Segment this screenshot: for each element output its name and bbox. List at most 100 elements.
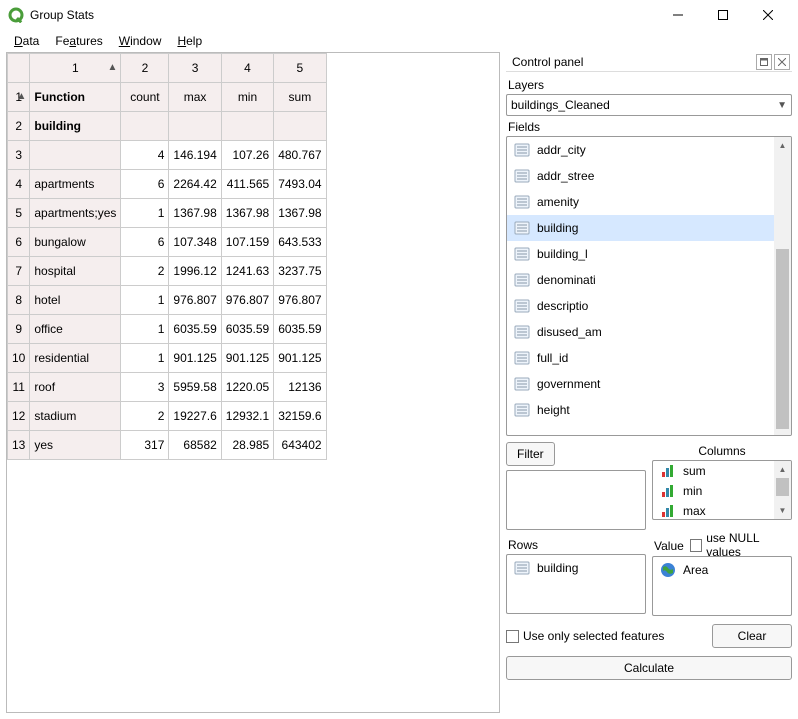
- row-header[interactable]: 1▲: [8, 83, 30, 112]
- list-item[interactable]: disused_am: [507, 319, 774, 345]
- col-header-4[interactable]: 4: [221, 54, 273, 83]
- scrollbar[interactable]: ▲ ▼: [774, 461, 791, 519]
- layers-combo[interactable]: buildings_Cleaned ▼: [506, 94, 792, 116]
- list-item[interactable]: full_id: [507, 345, 774, 371]
- row-header[interactable]: 2: [8, 112, 30, 141]
- col-header-1[interactable]: 1▲: [30, 54, 121, 83]
- category-cell: apartments;yes: [30, 199, 121, 228]
- cell: 901.125: [169, 344, 221, 373]
- minimize-button[interactable]: [655, 0, 700, 30]
- cell: 3: [121, 373, 169, 402]
- list-item[interactable]: max: [653, 501, 774, 519]
- cell: 5959.58: [169, 373, 221, 402]
- scroll-up-icon[interactable]: ▲: [774, 461, 791, 478]
- stat-header-max: max: [169, 83, 221, 112]
- field-icon: [513, 193, 531, 211]
- col-header-5[interactable]: 5: [274, 54, 326, 83]
- category-cell: roof: [30, 373, 121, 402]
- use-null-label: use NULL values: [706, 531, 792, 559]
- cell: 976.807: [274, 286, 326, 315]
- row-header[interactable]: 3: [8, 141, 30, 170]
- list-item[interactable]: sum: [653, 461, 774, 481]
- results-table[interactable]: 1▲ 2 3 4 5 1▲ Function count max min sum…: [7, 53, 327, 460]
- list-item[interactable]: government: [507, 371, 774, 397]
- use-only-selected-label: Use only selected features: [523, 629, 664, 643]
- row-header[interactable]: 8: [8, 286, 30, 315]
- maximize-button[interactable]: [700, 0, 745, 30]
- list-item-label: government: [537, 377, 600, 391]
- panel-title: Control panel: [512, 55, 754, 69]
- list-item[interactable]: amenity: [507, 189, 774, 215]
- scrollbar[interactable]: ▲ ▼: [774, 137, 791, 435]
- menu-features[interactable]: Features: [47, 32, 110, 50]
- scroll-thumb[interactable]: [776, 249, 789, 429]
- scroll-thumb[interactable]: [776, 478, 789, 496]
- list-item[interactable]: height: [507, 397, 774, 423]
- cell: 1367.98: [221, 199, 273, 228]
- rows-label: Rows: [506, 538, 646, 552]
- clear-button[interactable]: Clear: [712, 624, 792, 648]
- fields-list[interactable]: addr_cityaddr_streeamenitybuilding buildi…: [506, 136, 792, 436]
- scroll-up-icon[interactable]: ▲: [774, 137, 791, 154]
- cell: 317: [121, 431, 169, 460]
- row-header[interactable]: 11: [8, 373, 30, 402]
- list-item[interactable]: min: [653, 481, 774, 501]
- cell: 6035.59: [169, 315, 221, 344]
- list-item[interactable]: Area: [653, 557, 774, 583]
- columns-list[interactable]: summin max ▲ ▼: [652, 460, 792, 520]
- cell: 19227.6: [169, 402, 221, 431]
- filter-list[interactable]: [506, 470, 646, 530]
- use-only-selected-checkbox[interactable]: Use only selected features: [506, 629, 706, 643]
- row-header[interactable]: 4: [8, 170, 30, 199]
- filter-button[interactable]: Filter: [506, 442, 555, 466]
- value-list[interactable]: Area: [652, 556, 792, 616]
- menu-data[interactable]: Data: [6, 32, 47, 50]
- list-item-label: building: [537, 561, 578, 575]
- field-icon: [513, 297, 531, 315]
- field-icon: [513, 271, 531, 289]
- close-button[interactable]: [745, 0, 790, 30]
- list-item[interactable]: denominati: [507, 267, 774, 293]
- list-item[interactable]: descriptio: [507, 293, 774, 319]
- sort-asc-icon: ▲: [16, 91, 26, 102]
- cell: 1: [121, 315, 169, 344]
- list-item-label: max: [683, 504, 706, 518]
- cell: 4: [121, 141, 169, 170]
- list-item[interactable]: building: [507, 215, 774, 241]
- row-header[interactable]: 13: [8, 431, 30, 460]
- menu-window[interactable]: Window: [111, 32, 170, 50]
- field-icon: [513, 401, 531, 419]
- row-header[interactable]: 12: [8, 402, 30, 431]
- category-cell: hospital: [30, 257, 121, 286]
- rows-list[interactable]: building: [506, 554, 646, 614]
- list-item[interactable]: addr_city: [507, 137, 774, 163]
- calculate-button[interactable]: Calculate: [506, 656, 792, 680]
- col-header-3[interactable]: 3: [169, 54, 221, 83]
- cell: 643.533: [274, 228, 326, 257]
- field-icon: [513, 141, 531, 159]
- list-item-label: denominati: [537, 273, 596, 287]
- use-null-checkbox[interactable]: use NULL values: [690, 531, 792, 559]
- row-header[interactable]: 5: [8, 199, 30, 228]
- list-item[interactable]: addr_stree: [507, 163, 774, 189]
- list-item[interactable]: building: [507, 555, 628, 581]
- cell: 7493.04: [274, 170, 326, 199]
- row-header[interactable]: 9: [8, 315, 30, 344]
- cell: 6035.59: [274, 315, 326, 344]
- cell: 1: [121, 344, 169, 373]
- panel-dock-button[interactable]: [756, 54, 772, 70]
- list-item-label: building_l: [537, 247, 588, 261]
- row-header[interactable]: 10: [8, 344, 30, 373]
- list-item[interactable]: building_l: [507, 241, 774, 267]
- menu-help[interactable]: Help: [169, 32, 210, 50]
- row-header[interactable]: 6: [8, 228, 30, 257]
- title-bar: Group Stats: [0, 0, 798, 30]
- cell: 1: [121, 286, 169, 315]
- cell: 901.125: [274, 344, 326, 373]
- scroll-down-icon[interactable]: ▼: [774, 502, 791, 519]
- cell: 1: [121, 199, 169, 228]
- sort-asc-icon: ▲: [108, 62, 118, 73]
- panel-close-button[interactable]: [774, 54, 790, 70]
- row-header[interactable]: 7: [8, 257, 30, 286]
- col-header-2[interactable]: 2: [121, 54, 169, 83]
